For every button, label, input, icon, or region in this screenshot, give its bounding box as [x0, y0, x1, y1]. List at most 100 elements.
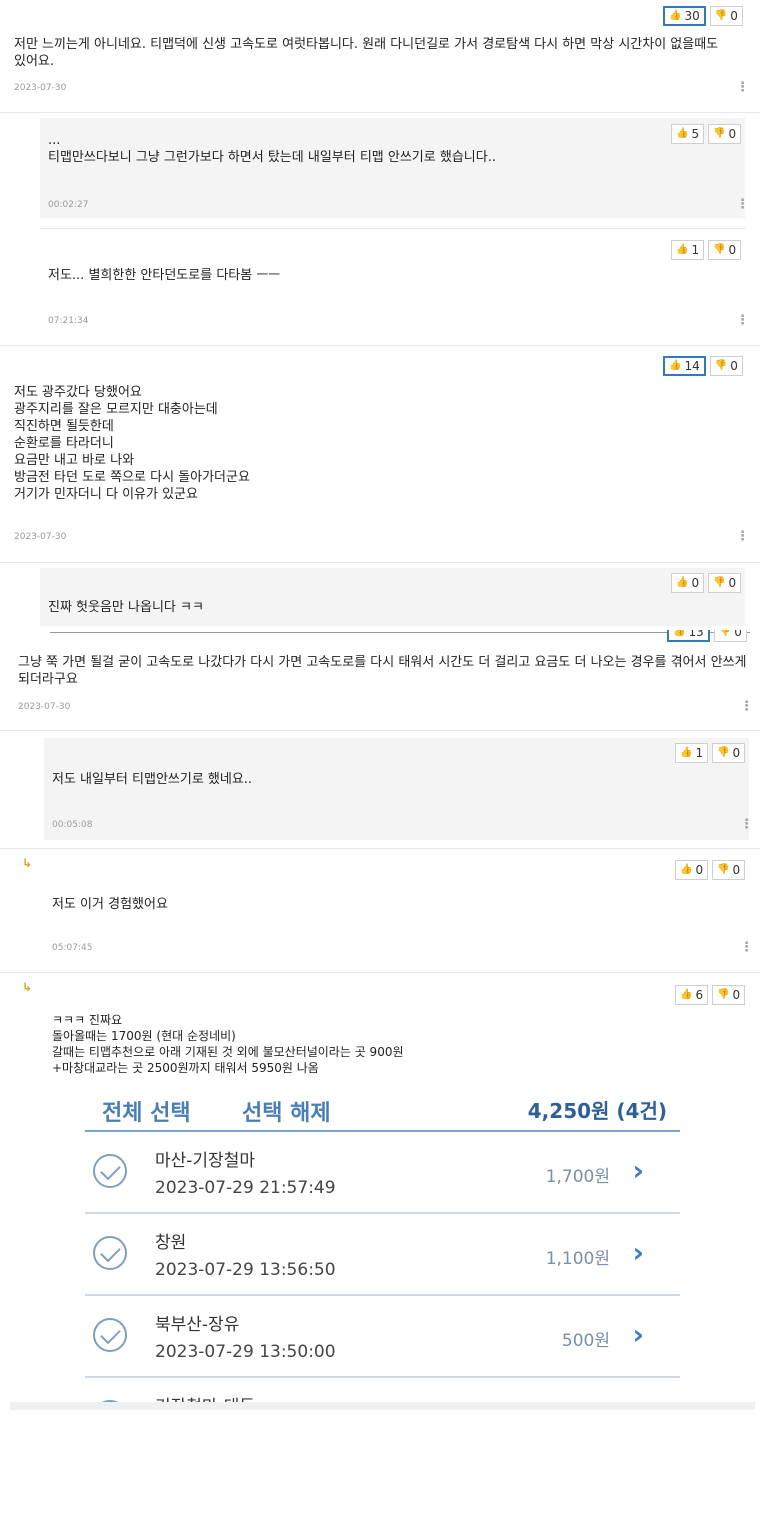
- comment-date: 05:07:45: [52, 943, 93, 953]
- upvote-button[interactable]: 👍 5: [671, 124, 705, 144]
- downvote-button[interactable]: 👎 0: [708, 124, 742, 144]
- downvote-button[interactable]: 👎 0: [708, 573, 742, 593]
- downvote-button[interactable]: 👎 0: [713, 630, 747, 642]
- chevron-right-icon[interactable]: ›: [632, 1236, 644, 1269]
- toll-row[interactable]: 북부산-장유 2023-07-29 13:50:00 500원 ›: [85, 1294, 680, 1378]
- comment-date: 2023-07-30: [18, 702, 71, 712]
- thumbs-up-icon: 👍: [669, 360, 682, 371]
- downvote-button[interactable]: 👎 0: [708, 240, 742, 260]
- toll-time: 2023-07-29 21:57:49: [155, 1178, 336, 1198]
- deselect-button[interactable]: 선택 해제: [242, 1095, 331, 1127]
- toll-row[interactable]: 창원 2023-07-29 13:56:50 1,100원 ›: [85, 1212, 680, 1296]
- downvote-button[interactable]: 👎 0: [712, 743, 746, 763]
- divider: [0, 848, 760, 849]
- divider: [0, 345, 760, 346]
- toll-time: 2023-07-29 13:50:00: [155, 1342, 336, 1362]
- toll-name: 창원: [155, 1233, 187, 1253]
- upvote-button[interactable]: 👍 30: [663, 6, 706, 26]
- divider: [0, 972, 760, 973]
- toll-row[interactable]: 마산-기장철마 2023-07-29 21:57:49 1,700원 ›: [85, 1130, 680, 1214]
- vote-group: 👍 0 👎 0: [671, 573, 742, 593]
- comment-text: 저도 광주갔다 당했어요 광주지리를 잘은 모르지만 대충아는데 직진하면 될듯…: [14, 385, 250, 502]
- upvote-button[interactable]: 👍 13: [667, 630, 710, 642]
- vote-group: 👍 5 👎 0: [671, 124, 742, 144]
- more-icon[interactable]: ⋮: [736, 197, 749, 212]
- reply-arrow-icon: ↳: [22, 980, 33, 994]
- check-circle-icon[interactable]: [93, 1318, 127, 1352]
- thumbs-down-icon: 👎: [714, 360, 728, 371]
- vote-group: 👍 13 👎 0: [667, 630, 747, 642]
- check-circle-icon[interactable]: [93, 1154, 127, 1188]
- divider: [0, 730, 760, 731]
- thumbs-up-icon: 👍: [676, 577, 689, 588]
- toll-total: 4,250원 (4건): [527, 1099, 667, 1123]
- downvote-button[interactable]: 👎 0: [712, 985, 746, 1005]
- divider: [50, 632, 750, 633]
- upvote-button[interactable]: 👍 1: [675, 743, 709, 763]
- upvote-button[interactable]: 👍 0: [675, 860, 709, 880]
- comment-date: 07:21:34: [48, 316, 89, 326]
- vote-group: 👍 0 👎 0: [675, 860, 746, 880]
- upvote-button[interactable]: 👍 6: [675, 985, 709, 1005]
- thumbs-up-icon: 👍: [669, 10, 682, 21]
- comment-date: 00:05:08: [52, 820, 93, 830]
- toll-name: 북부산-장유: [155, 1315, 240, 1335]
- comment-text: 저만 느끼는게 아니네요. 티맵덕에 신생 고속도로 여럿타봅니다. 원래 다니…: [14, 37, 723, 69]
- check-circle-icon[interactable]: [93, 1236, 127, 1270]
- vote-group: 👍 14 👎 0: [663, 356, 743, 376]
- upvote-button[interactable]: 👍 14: [663, 356, 706, 376]
- thumbs-down-icon: 👎: [714, 10, 728, 21]
- vote-group: 👍 6 👎 0: [675, 985, 746, 1005]
- thumbs-up-icon: 👍: [680, 989, 693, 1000]
- thumbs-down-icon: 👎: [717, 864, 730, 875]
- comment-text: 저도 이거 경험했어요: [52, 897, 168, 912]
- comment-date: 00:02:27: [48, 200, 89, 210]
- toll-row[interactable]: 기장철마-대동: [85, 1376, 680, 1405]
- reply-box: [40, 568, 745, 626]
- downvote-button[interactable]: 👎 0: [709, 356, 743, 376]
- thumbs-down-icon: 👎: [717, 747, 730, 758]
- vote-group: 👍 30 👎 0: [663, 6, 743, 26]
- divider: [10, 1402, 755, 1410]
- toll-amount: 1,700원: [545, 1167, 610, 1187]
- more-icon[interactable]: ⋮: [740, 940, 753, 955]
- divider: [0, 112, 760, 113]
- thumbs-up-icon: 👍: [676, 128, 689, 139]
- select-all-button[interactable]: 전체 선택: [102, 1095, 191, 1127]
- upvote-button[interactable]: 👍 0: [671, 573, 705, 593]
- comment-date: 2023-07-30: [14, 83, 67, 93]
- comment-text: 진짜 헛웃음만 나옵니다 ㅋㅋ: [48, 600, 204, 615]
- more-icon[interactable]: ⋮: [736, 529, 749, 544]
- vote-group: 👍 1 👎 0: [671, 240, 742, 260]
- downvote-button[interactable]: 👎 0: [709, 6, 743, 26]
- thumbs-up-icon: 👍: [676, 244, 689, 255]
- more-icon[interactable]: ⋮: [740, 699, 753, 714]
- more-icon[interactable]: ⋮: [736, 80, 749, 95]
- thumbs-down-icon: 👎: [718, 630, 732, 637]
- toll-amount: 1,100원: [545, 1249, 610, 1269]
- toll-header: 전체 선택 선택 해제 4,250원 (4건): [80, 1095, 685, 1131]
- comment-text: 저도... 별희한한 안타던도로를 다타봄 ㅡㅡ: [48, 268, 281, 283]
- vote-group: 👍 1 👎 0: [675, 743, 746, 763]
- toll-amount: 500원: [561, 1331, 610, 1351]
- more-icon[interactable]: ⋮: [736, 313, 749, 328]
- comment-date: 2023-07-30: [14, 532, 67, 542]
- toll-time: 2023-07-29 13:56:50: [155, 1260, 336, 1280]
- thumbs-up-icon: 👍: [680, 864, 693, 875]
- upvote-button[interactable]: 👍 1: [671, 240, 705, 260]
- chevron-right-icon[interactable]: ›: [632, 1154, 644, 1187]
- divider: [40, 228, 745, 229]
- thumbs-down-icon: 👎: [717, 989, 730, 1000]
- thumbs-down-icon: 👎: [713, 128, 726, 139]
- toll-name: 마산-기장철마: [155, 1151, 255, 1171]
- reply-box: [44, 738, 749, 840]
- thumbs-up-icon: 👍: [673, 630, 686, 637]
- downvote-button[interactable]: 👎 0: [712, 860, 746, 880]
- thumbs-down-icon: 👎: [713, 244, 726, 255]
- thumbs-down-icon: 👎: [713, 577, 726, 588]
- comment-text: ㅋㅋㅋ 진짜요 돌아올때는 1700원 (현대 순정네비) 갈때는 티맵추천으로…: [52, 1013, 404, 1075]
- thumbs-up-icon: 👍: [680, 747, 693, 758]
- chevron-right-icon[interactable]: ›: [632, 1318, 644, 1351]
- divider: [0, 562, 760, 563]
- more-icon[interactable]: ⋮: [740, 817, 753, 832]
